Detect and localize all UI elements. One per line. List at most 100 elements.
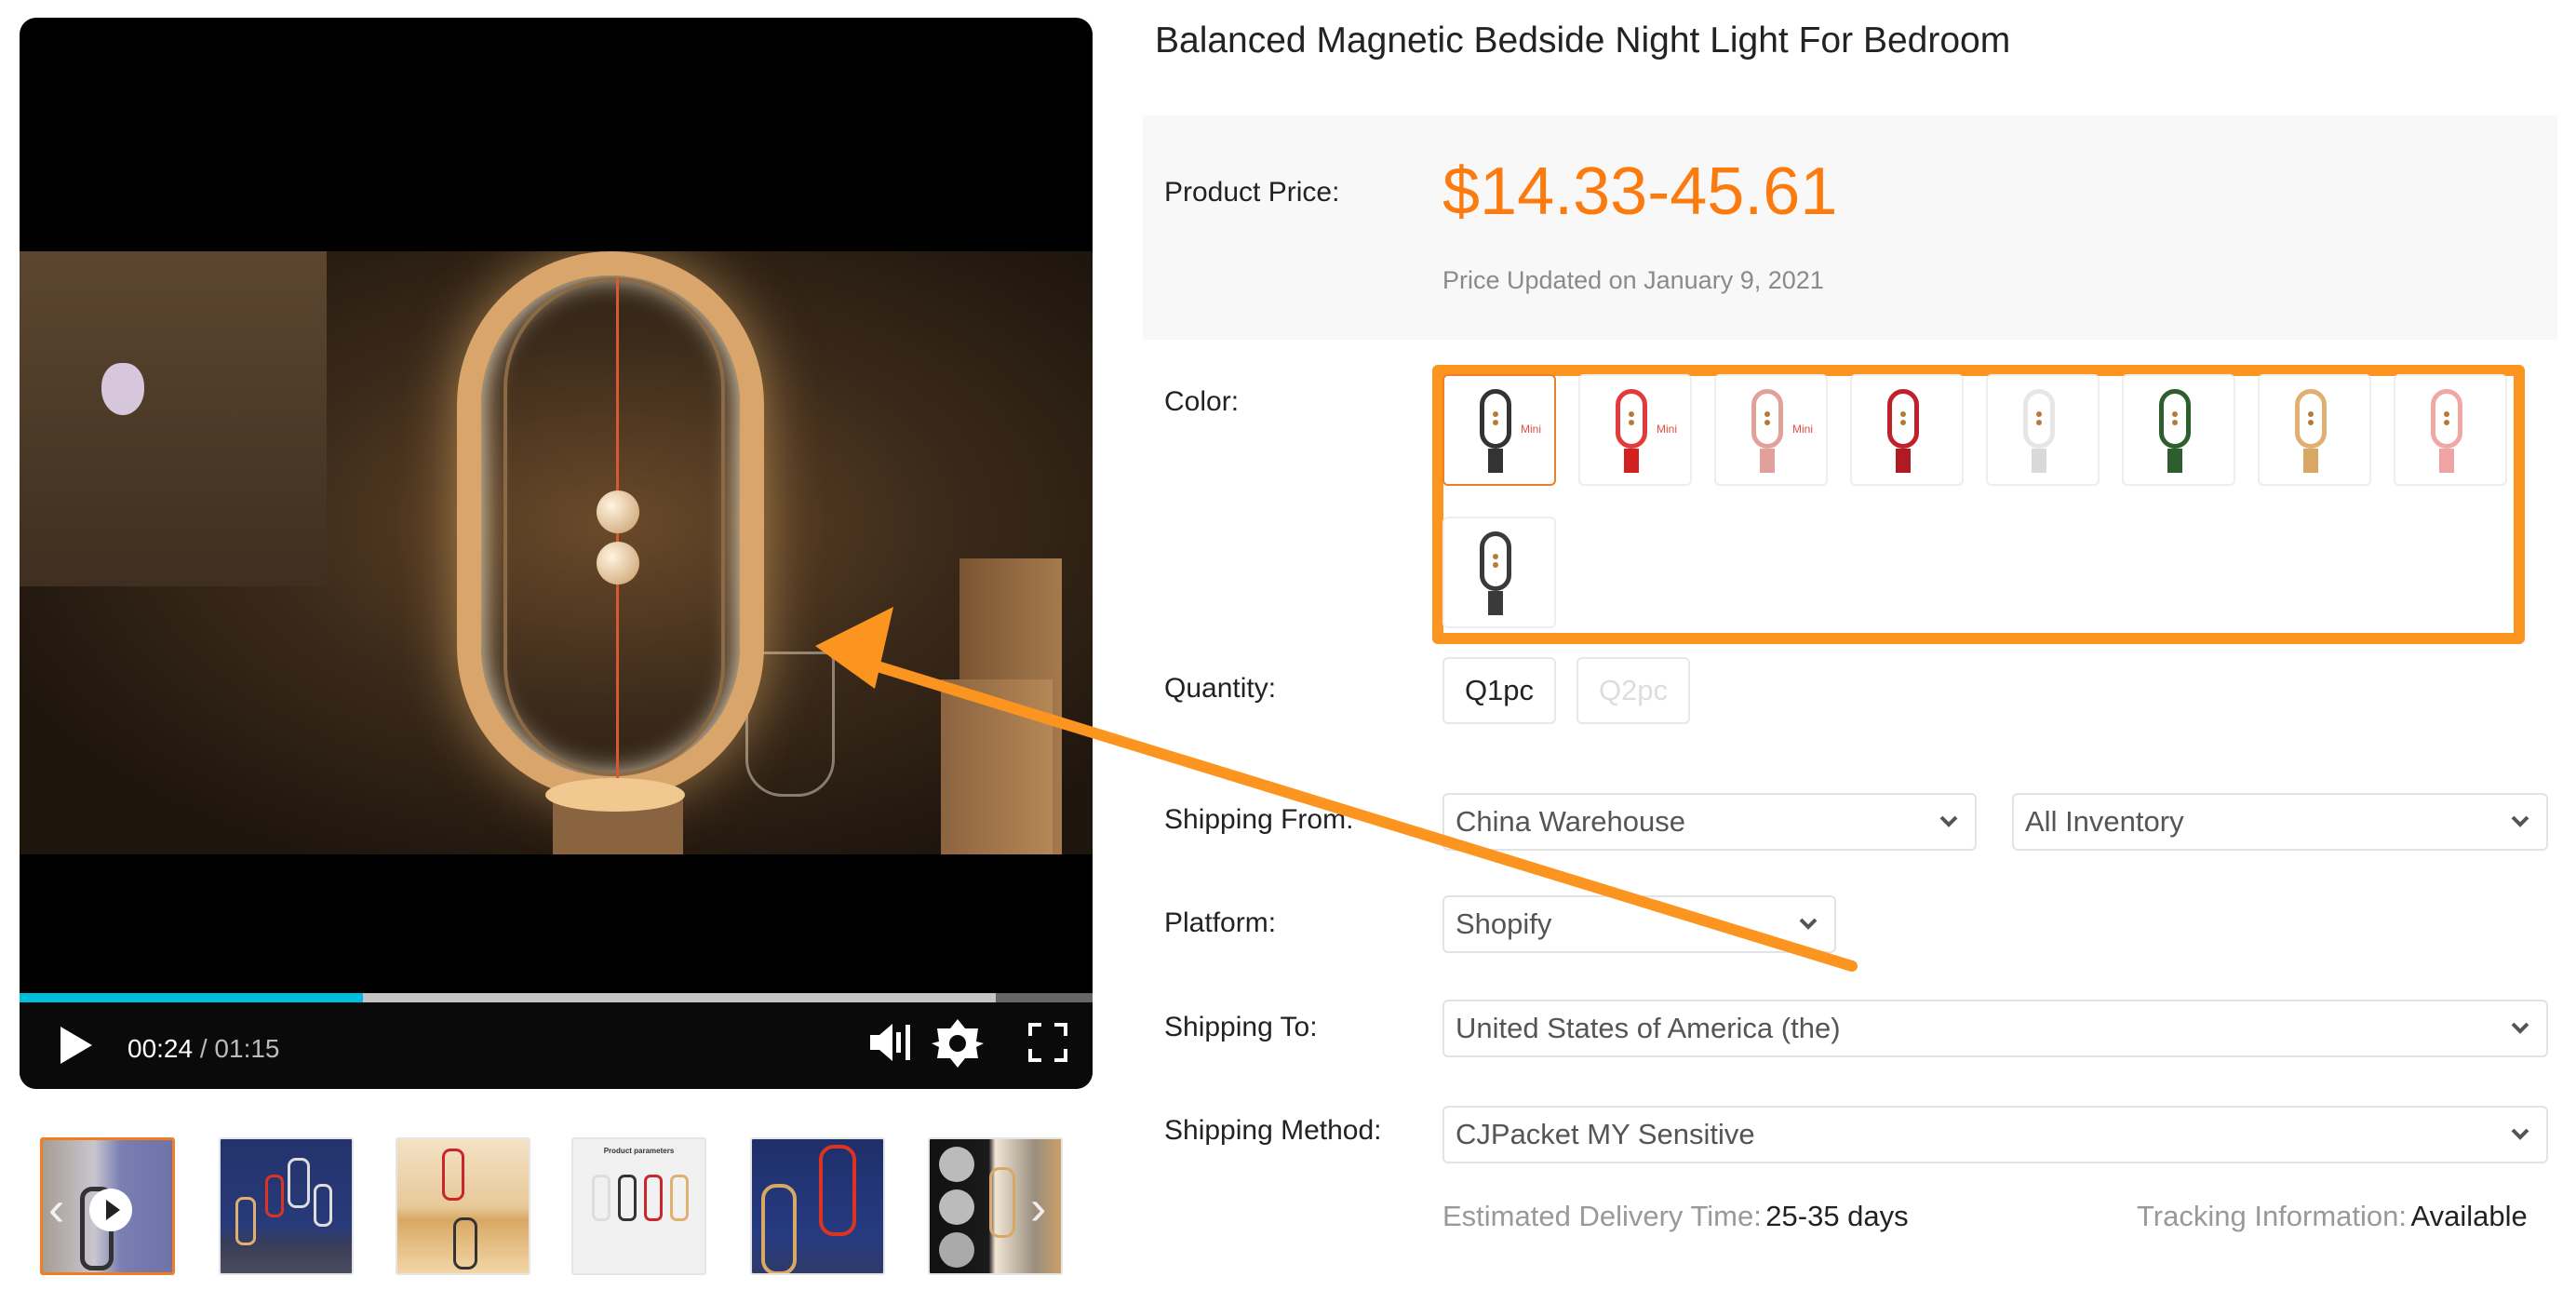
lamp-base-icon (1760, 449, 1775, 473)
thumbnail-video[interactable]: ‹ (40, 1137, 175, 1275)
thumbnail[interactable] (750, 1137, 885, 1275)
shipping-method-label: Shipping Method: (1164, 1115, 1382, 1146)
lamp-base-icon (2303, 449, 2318, 473)
quantity-option-2pc[interactable]: Q2pc (1576, 657, 1690, 724)
magnet-dot (2444, 411, 2449, 417)
color-swatch[interactable]: Mini (1578, 374, 1692, 486)
progress-played[interactable] (20, 993, 363, 1002)
lamp-string (616, 277, 619, 799)
mini-badge: Mini (1792, 423, 1814, 436)
color-swatch[interactable]: Mini (1714, 374, 1828, 486)
shipping-method-select[interactable]: CJPacket MY Sensitive (1442, 1106, 2548, 1163)
estimated-delivery-label: Estimated Delivery Time: (1442, 1200, 1762, 1232)
tracking-label: Tracking Information: (2137, 1200, 2408, 1232)
wood-block (941, 679, 1053, 854)
lamp-icon (314, 1184, 332, 1227)
lamp-icon (1480, 389, 1511, 449)
lamp-icon (761, 1184, 797, 1273)
warehouse-select[interactable]: China Warehouse (1442, 793, 1977, 851)
chevron-down-icon (2511, 1022, 2529, 1034)
inventory-select[interactable]: All Inventory (2012, 793, 2548, 851)
moon-image (939, 1232, 974, 1268)
video-frame[interactable] (20, 251, 1093, 854)
thumbnail-caption: Product parameters (603, 1147, 675, 1155)
chevron-right-icon[interactable]: › (1030, 1184, 1046, 1232)
shipping-to-label: Shipping To: (1164, 1012, 1318, 1042)
magnet-dot (1900, 411, 1906, 417)
color-swatch[interactable]: Mini (1442, 374, 1556, 486)
color-swatch[interactable] (1850, 374, 1964, 486)
time-separator: / (193, 1034, 215, 1063)
lamp-icon (592, 1175, 610, 1221)
shipping-method-value: CJPacket MY Sensitive (1456, 1118, 1755, 1150)
volume-mute-icon[interactable] (868, 1021, 915, 1064)
magnet-dot (2172, 420, 2178, 425)
video-player[interactable]: 00:24 / 01:15 (20, 18, 1093, 1089)
fullscreen-icon[interactable] (1028, 1023, 1067, 1062)
magnet-dot (2036, 420, 2042, 425)
thumbnail[interactable] (396, 1137, 530, 1275)
play-circle-icon[interactable] (89, 1189, 132, 1231)
magnet-dot (1493, 562, 1498, 568)
lamp-base-top (545, 778, 685, 812)
price-updated-date: Price Updated on January 9, 2021 (1442, 266, 1824, 294)
lamp-icon (265, 1175, 284, 1217)
lamp-icon (989, 1167, 1015, 1238)
platform-value: Shopify (1456, 907, 1552, 940)
product-price: $14.33-45.61 (1442, 155, 1838, 229)
duration: 01:15 (214, 1034, 280, 1063)
estimated-delivery: Estimated Delivery Time: 25-35 days (1442, 1200, 1909, 1233)
inventory-value: All Inventory (2025, 805, 2184, 838)
color-swatch[interactable] (1442, 517, 1556, 628)
product-title: Balanced Magnetic Bedside Night Light Fo… (1155, 20, 2011, 60)
lamp-base-icon (2167, 449, 2182, 473)
thumbnail[interactable]: Product parameters (571, 1137, 706, 1275)
lamp-base-icon (2032, 449, 2046, 473)
color-swatch[interactable] (1986, 374, 2100, 486)
magnet-ball (597, 542, 639, 585)
gear-icon[interactable] (932, 1017, 984, 1069)
magnet-dot (1493, 411, 1498, 417)
mini-badge: Mini (1521, 423, 1542, 436)
tracking-information: Tracking Information: Available (2137, 1200, 2528, 1233)
magnet-dot (1629, 411, 1634, 417)
chevron-left-icon[interactable]: ‹ (48, 1185, 64, 1233)
magnet-dot (1493, 420, 1498, 425)
magnet-dot (2036, 411, 2042, 417)
lamp-base-icon (1896, 449, 1911, 473)
lamp-icon (235, 1197, 256, 1245)
color-swatch[interactable] (2394, 374, 2507, 486)
platform-select[interactable]: Shopify (1442, 895, 1836, 953)
magnet-ball (597, 490, 639, 533)
laptop-background (20, 251, 327, 586)
play-icon[interactable] (60, 1027, 92, 1064)
lamp-icon (2023, 389, 2055, 449)
chevron-down-icon (2511, 1128, 2529, 1140)
color-swatch[interactable] (2122, 374, 2235, 486)
moon-image (939, 1147, 974, 1182)
lamp-icon (1887, 389, 1919, 449)
lamp-base-icon (1624, 449, 1639, 473)
estimated-delivery-value: 25-35 days (1765, 1200, 1909, 1232)
quantity-option-1pc[interactable]: Q1pc (1442, 657, 1556, 724)
lamp-icon (288, 1158, 310, 1208)
time-display: 00:24 / 01:15 (127, 1034, 280, 1064)
magnet-dot (1764, 420, 1770, 425)
magnet-dot (2172, 411, 2178, 417)
shipping-to-value: United States of America (the) (1456, 1012, 1841, 1044)
magnet-dot (1764, 411, 1770, 417)
tracking-value: Available (2410, 1200, 2528, 1232)
lamp-icon (2159, 389, 2191, 449)
shipping-to-select[interactable]: United States of America (the) (1442, 1000, 2548, 1057)
lamp-base-icon (1488, 591, 1503, 615)
chevron-down-icon (2511, 815, 2529, 827)
color-label: Color: (1164, 386, 1240, 417)
price-label: Product Price: (1164, 177, 1340, 208)
thumbnail[interactable]: › (928, 1137, 1063, 1275)
lamp-icon (670, 1175, 689, 1221)
thumbnail[interactable] (219, 1137, 354, 1275)
warehouse-value: China Warehouse (1456, 805, 1685, 838)
quantity-label: Quantity: (1164, 673, 1277, 704)
lamp-icon (442, 1149, 464, 1201)
color-swatch[interactable] (2258, 374, 2371, 486)
